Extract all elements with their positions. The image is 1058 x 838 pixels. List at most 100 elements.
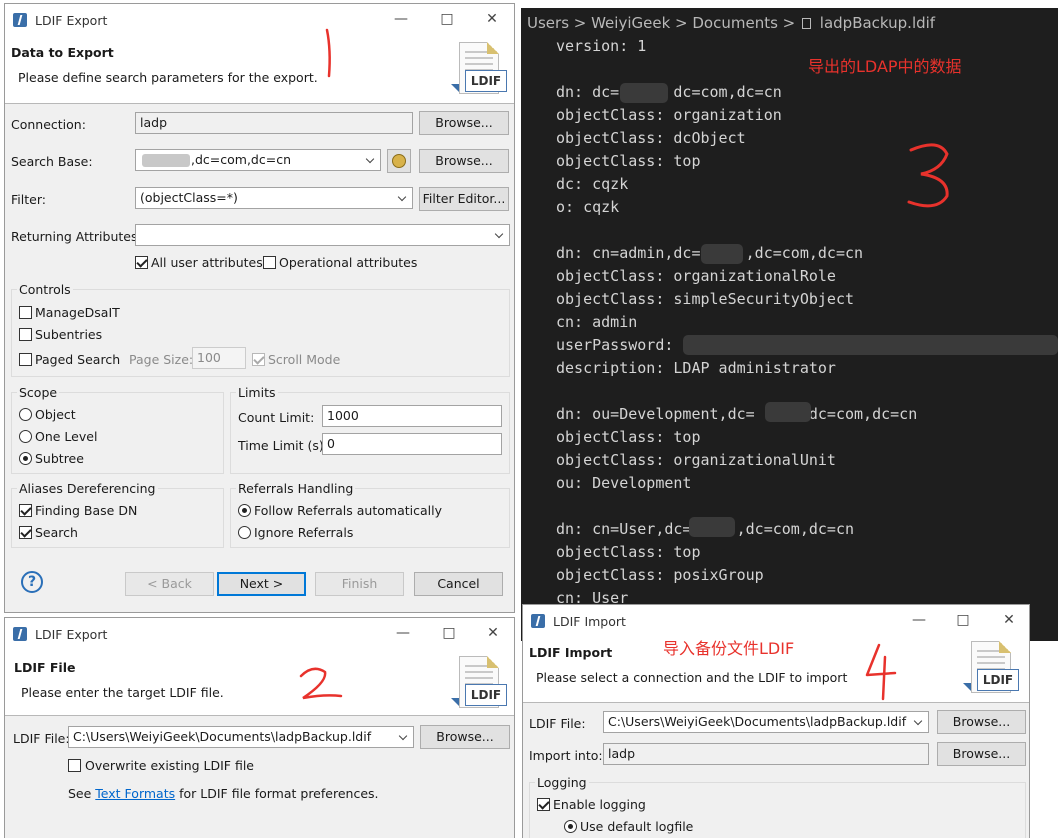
connection-field: ladp <box>135 112 413 134</box>
ldif-file-browse-button[interactable]: Browse... <box>420 725 510 749</box>
manage-dsait-label: ManageDsaIT <box>35 305 120 320</box>
search-base-entry-button[interactable] <box>387 149 411 173</box>
hint-suffix: for LDIF file format preferences. <box>175 786 379 801</box>
scroll-mode-label: Scroll Mode <box>268 352 341 367</box>
alias-search-checkbox[interactable] <box>19 526 32 539</box>
page-size-field[interactable]: 100 <box>192 347 246 369</box>
window-title: LDIF Import <box>553 614 626 629</box>
filter-editor-button[interactable]: Filter Editor... <box>419 187 509 211</box>
count-limit-field[interactable]: 1000 <box>322 405 502 427</box>
search-base-browse-button[interactable]: Browse... <box>419 149 509 173</box>
redaction-blur <box>142 154 190 167</box>
back-button[interactable]: < Back <box>125 572 214 596</box>
ldif-export-dialog-search: LDIF Export — □ ✕ Data to Export Please … <box>4 3 515 613</box>
referrals-group-title: Referrals Handling <box>236 481 356 496</box>
connection-label: Connection: <box>11 117 86 132</box>
ldif-document-icon: LDIF <box>963 639 1021 699</box>
import-into-label: Import into: <box>529 748 603 763</box>
scope-object-radio[interactable] <box>19 408 32 421</box>
close-icon[interactable]: ✕ <box>480 8 504 30</box>
ldif-icon-label: LDIF <box>465 70 507 92</box>
minimize-icon[interactable]: — <box>391 622 415 644</box>
subentries-checkbox[interactable] <box>19 328 32 341</box>
scroll-mode-checkbox[interactable] <box>252 353 265 366</box>
file-line: objectClass: top <box>556 152 701 170</box>
close-icon[interactable]: ✕ <box>481 622 505 644</box>
all-user-attributes-checkbox[interactable] <box>135 256 148 269</box>
maximize-icon[interactable]: □ <box>951 609 975 631</box>
redaction-blur <box>683 335 1058 355</box>
next-button[interactable]: Next > <box>217 572 306 596</box>
file-line: objectClass: simpleSecurityObject <box>556 290 855 308</box>
manage-dsait-checkbox[interactable] <box>19 306 32 319</box>
overwrite-checkbox[interactable] <box>68 759 81 772</box>
maximize-icon[interactable]: □ <box>435 8 459 30</box>
breadcrumb-path: Users > WeiyiGeek > Documents > <box>527 14 801 32</box>
import-ldif-file-combo[interactable]: C:\Users\WeiyiGeek\Documents\ladpBackup.… <box>603 711 929 733</box>
app-icon <box>13 627 27 641</box>
file-line: dn: ou=Development,dc= dc=com,dc=cn <box>556 405 918 423</box>
ignore-referrals-radio[interactable] <box>238 526 251 539</box>
handwritten-number-4 <box>865 643 897 701</box>
scope-subtree-radio[interactable] <box>19 452 32 465</box>
minimize-icon[interactable]: — <box>389 8 413 30</box>
scope-subtree-label: Subtree <box>35 451 84 466</box>
paged-search-label: Paged Search <box>35 352 121 367</box>
file-line: objectClass: top <box>556 428 701 446</box>
ldif-import-dialog: LDIF Import — □ ✕ 导入备份文件LDIF LDIF Import… <box>522 604 1030 838</box>
maximize-icon[interactable]: □ <box>437 622 461 644</box>
handwritten-number-2 <box>299 667 343 700</box>
page-description: Please enter the target LDIF file. <box>21 685 224 700</box>
file-line: userPassword: <box>556 336 674 354</box>
cancel-button[interactable]: Cancel <box>414 572 503 596</box>
scope-one-level-radio[interactable] <box>19 430 32 443</box>
default-logfile-label: Use default logfile <box>580 819 694 834</box>
operational-attributes-checkbox[interactable] <box>263 256 276 269</box>
alias-search-label: Search <box>35 525 78 540</box>
file-line: objectClass: organization <box>556 106 782 124</box>
follow-referrals-label: Follow Referrals automatically <box>254 503 442 518</box>
follow-referrals-radio[interactable] <box>238 504 251 517</box>
returning-attributes-combo[interactable] <box>135 224 510 246</box>
title-bar: LDIF Import — □ ✕ <box>523 605 1029 637</box>
paged-search-checkbox[interactable] <box>19 353 32 366</box>
returning-attributes-label: Returning Attributes: <box>11 229 142 244</box>
ldif-file-combo[interactable]: C:\Users\WeiyiGeek\Documents\ladpBackup.… <box>68 726 414 748</box>
page-size-label: Page Size: <box>129 352 194 367</box>
finish-button[interactable]: Finish <box>315 572 404 596</box>
minimize-icon[interactable]: — <box>907 609 931 631</box>
wizard-header: Data to Export Please define search para… <box>5 28 514 104</box>
logging-group-title: Logging <box>535 775 589 790</box>
file-line: description: LDAP administrator <box>556 359 836 377</box>
import-ldif-browse-button[interactable]: Browse... <box>937 710 1026 734</box>
controls-group-title: Controls <box>17 282 73 297</box>
page-description: Please define search parameters for the … <box>18 70 318 85</box>
filter-combo[interactable]: (objectClass=*) <box>135 187 413 209</box>
ldif-file-viewer: Users > WeiyiGeek > Documents > ladpBack… <box>521 8 1058 641</box>
text-formats-link[interactable]: Text Formats <box>95 786 175 801</box>
default-logfile-radio[interactable] <box>564 820 577 833</box>
file-line: version: 1 <box>556 37 647 55</box>
file-line: objectClass: organizationalUnit <box>556 451 836 469</box>
redaction-blur <box>620 83 668 103</box>
page-description: Please select a connection and the LDIF … <box>536 670 848 685</box>
help-icon[interactable]: ? <box>21 571 43 593</box>
import-into-browse-button[interactable]: Browse... <box>937 742 1026 766</box>
operational-attributes-label: Operational attributes <box>279 255 418 270</box>
finding-base-dn-label: Finding Base DN <box>35 503 138 518</box>
ldif-document-icon: LDIF <box>451 654 509 714</box>
page-title: LDIF File <box>14 660 76 675</box>
title-bar: LDIF Export — □ ✕ <box>5 4 514 36</box>
overwrite-label: Overwrite existing LDIF file <box>85 758 255 773</box>
app-icon <box>13 13 27 27</box>
time-limit-field[interactable]: 0 <box>322 433 502 455</box>
all-user-attributes-label: All user attributes <box>151 255 263 270</box>
finding-base-dn-checkbox[interactable] <box>19 504 32 517</box>
close-icon[interactable]: ✕ <box>997 609 1021 631</box>
file-line: ou: Development <box>556 474 692 492</box>
enable-logging-checkbox[interactable] <box>537 798 550 811</box>
search-base-combo[interactable]: ,dc=com,dc=cn <box>135 149 381 171</box>
filter-label: Filter: <box>11 192 46 207</box>
search-entry-icon <box>392 154 406 168</box>
connection-browse-button[interactable]: Browse... <box>419 111 509 135</box>
